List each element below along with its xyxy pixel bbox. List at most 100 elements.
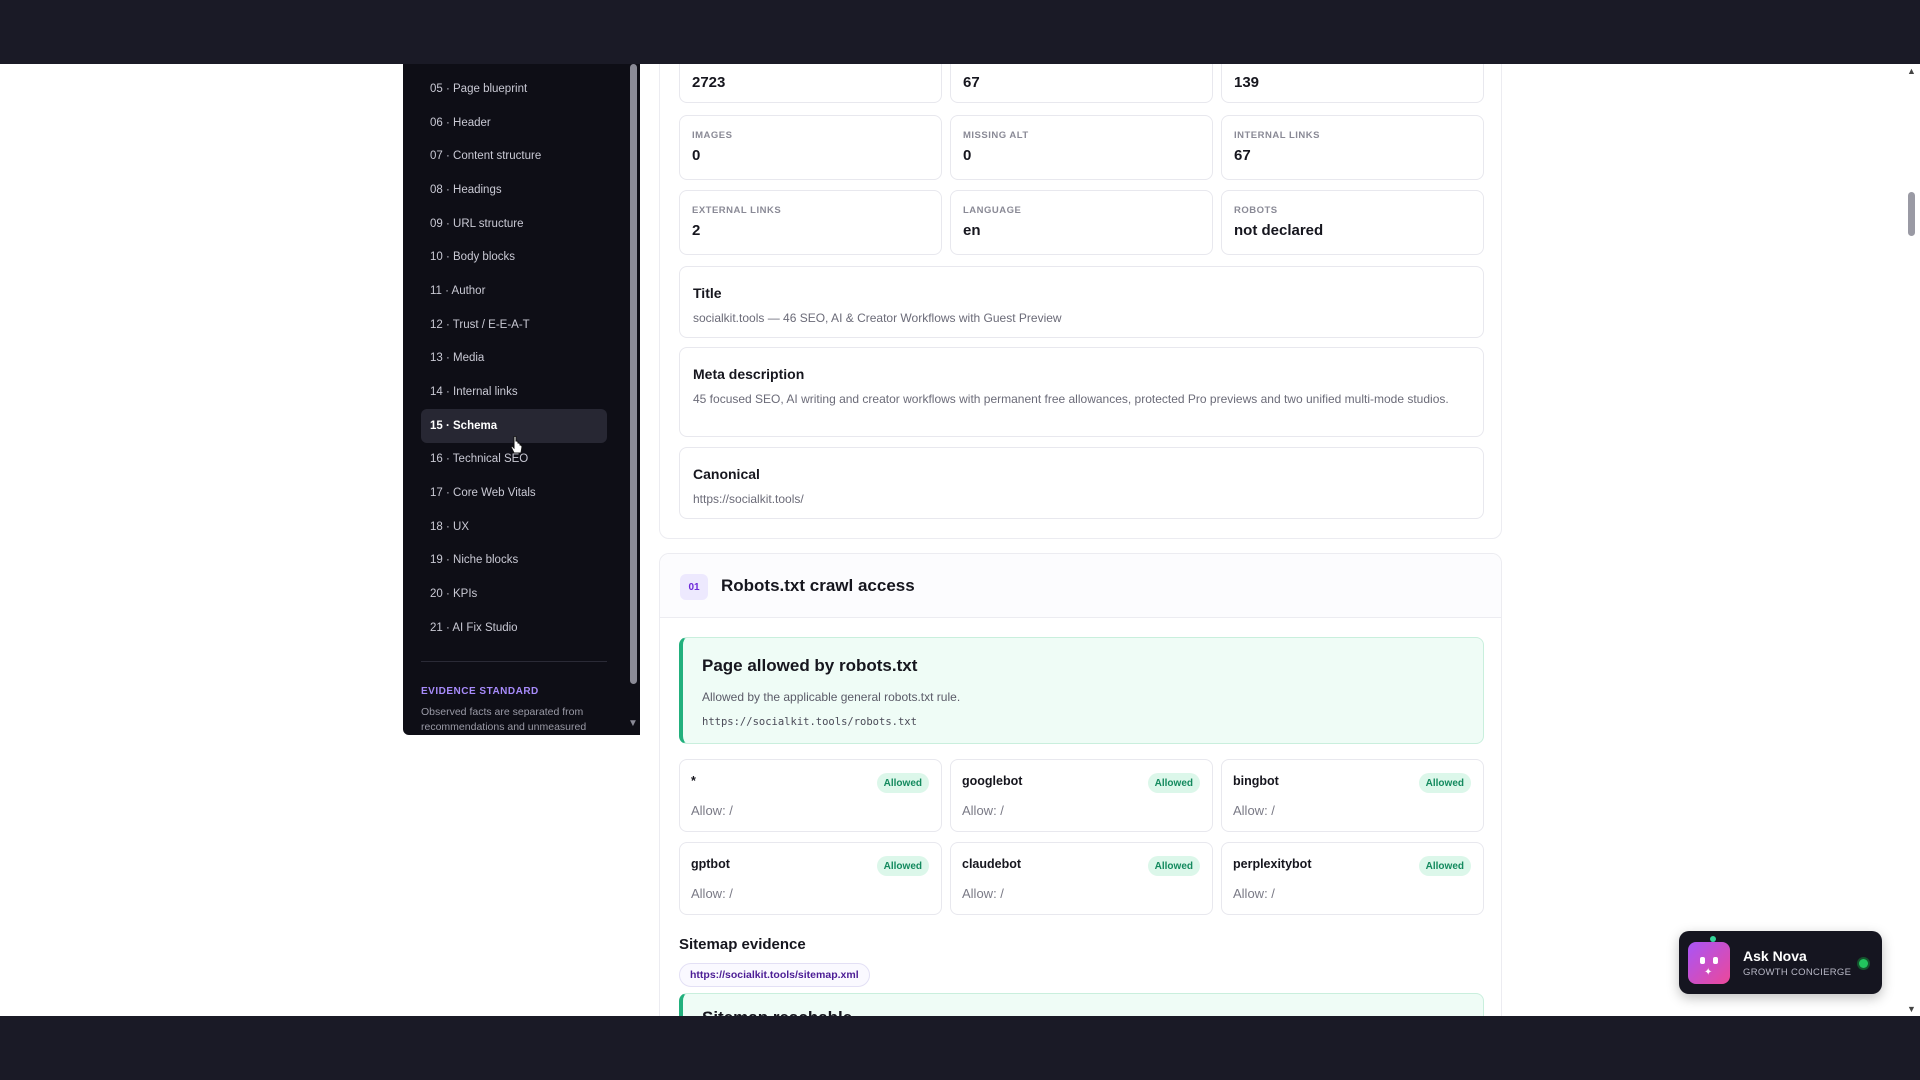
meta-description-text: 45 focused SEO, AI writing and creator w…: [693, 392, 1449, 406]
sidebar-item-ux[interactable]: 18 · UX: [421, 510, 607, 544]
scroll-down-icon[interactable]: ▼: [1907, 1004, 1916, 1014]
screen: 05 · Page blueprint 06 · Header 07 · Con…: [0, 0, 1920, 1080]
sidebar-divider: [421, 661, 607, 662]
title-card-heading: Title: [693, 285, 722, 301]
metric-value: en: [963, 222, 981, 239]
bot-card: claudebot Allowed Allow: /: [950, 842, 1213, 915]
sidebar-item-url-structure[interactable]: 09 · URL structure: [421, 207, 607, 241]
section-number-badge: 01: [680, 574, 708, 600]
sitemap-evidence-title: Sitemap evidence: [679, 936, 806, 953]
nova-role: GROWTH CONCIERGE: [1743, 967, 1852, 978]
metric-value: 67: [963, 74, 980, 91]
metric-label: MISSING ALT: [963, 130, 1029, 141]
metric-card-language: LANGUAGE en: [950, 190, 1213, 255]
nova-name: Ask Nova: [1743, 948, 1807, 964]
metric-card-missing-alt: MISSING ALT 0: [950, 115, 1213, 180]
sidebar-scrollbar[interactable]: ▼: [626, 64, 640, 735]
sidebar-item-page-blueprint[interactable]: 05 · Page blueprint: [421, 72, 607, 106]
scroll-up-icon[interactable]: ▲: [1907, 66, 1916, 76]
bot-rule: Allow: /: [1233, 803, 1275, 818]
bot-rule: Allow: /: [1233, 886, 1275, 901]
bot-rule: Allow: /: [962, 803, 1004, 818]
status-badge: Allowed: [1147, 773, 1200, 793]
page-scrollbar-thumb[interactable]: [1908, 192, 1915, 236]
status-badge: Allowed: [1147, 856, 1200, 876]
evidence-standard-text: Observed facts are separated from recomm…: [421, 706, 587, 733]
metric-card-top-1: 2723: [679, 64, 942, 103]
nova-antenna-icon: [1710, 936, 1716, 942]
bot-card: gptbot Allowed Allow: /: [679, 842, 942, 915]
online-status-icon: [1859, 959, 1868, 968]
bot-card: perplexitybot Allowed Allow: /: [1221, 842, 1484, 915]
bot-name: perplexitybot: [1233, 857, 1312, 871]
metric-label: EXTERNAL LINKS: [692, 205, 782, 216]
metric-value: not declared: [1234, 222, 1324, 239]
sidebar-item-core-web-vitals[interactable]: 17 · Core Web Vitals: [421, 476, 607, 510]
sidebar-item-content-structure[interactable]: 07 · Content structure: [421, 139, 607, 173]
ask-nova-widget[interactable]: ✦ Ask Nova GROWTH CONCIERGE: [1679, 931, 1882, 994]
evidence-standard-title: EVIDENCE STANDARD: [421, 686, 539, 697]
sidebar-item-headings[interactable]: 08 · Headings: [421, 173, 607, 207]
title-card: Title socialkit.tools — 46 SEO, AI & Cre…: [679, 266, 1484, 338]
metric-card-images: IMAGES 0: [679, 115, 942, 180]
metric-value: 0: [963, 147, 972, 164]
sidebar-nav: 05 · Page blueprint 06 · Header 07 · Con…: [421, 72, 607, 645]
status-badge: Allowed: [1418, 773, 1471, 793]
status-badge: Allowed: [876, 773, 929, 793]
bot-rule: Allow: /: [691, 886, 733, 901]
metric-value: 2723: [692, 74, 726, 91]
robots-url[interactable]: https://socialkit.tools/robots.txt: [702, 716, 917, 728]
status-badge: Allowed: [1418, 856, 1471, 876]
bot-card: googlebot Allowed Allow: /: [950, 759, 1213, 832]
robots-section-title: Robots.txt crawl access: [721, 576, 915, 595]
top-black-bar: [0, 0, 1920, 64]
sitemap-link[interactable]: https://socialkit.tools/sitemap.xml: [679, 963, 870, 987]
sidebar-item-trust[interactable]: 12 · Trust / E-E-A-T: [421, 308, 607, 342]
sidebar-scroll-down-icon[interactable]: ▼: [628, 718, 638, 729]
sidebar-item-kpis[interactable]: 20 · KPIs: [421, 577, 607, 611]
sitemap-status-box: Sitemap reachable: [679, 993, 1484, 1016]
canonical-text: https://socialkit.tools/: [693, 492, 804, 506]
bot-name: googlebot: [962, 774, 1023, 788]
meta-description-heading: Meta description: [693, 366, 805, 382]
robots-status-title: Page allowed by robots.txt: [702, 656, 918, 675]
metric-value: 67: [1234, 147, 1251, 164]
metric-label: ROBOTS: [1234, 205, 1278, 216]
sidebar-item-header[interactable]: 06 · Header: [421, 106, 607, 140]
sidebar-item-ai-fix-studio[interactable]: 21 · AI Fix Studio: [421, 611, 607, 645]
meta-description-card: Meta description 45 focused SEO, AI writ…: [679, 347, 1484, 437]
metric-card-top-2: 67: [950, 64, 1213, 103]
bot-name: *: [691, 774, 696, 788]
metric-label: LANGUAGE: [963, 205, 1022, 216]
bot-rule: Allow: /: [691, 803, 733, 818]
metric-card-external-links: EXTERNAL LINKS 2: [679, 190, 942, 255]
title-card-text: socialkit.tools — 46 SEO, AI & Creator W…: [693, 311, 1062, 325]
canonical-heading: Canonical: [693, 466, 760, 482]
metric-label: IMAGES: [692, 130, 733, 141]
mouse-cursor-icon: [510, 436, 523, 454]
sidebar-item-body-blocks[interactable]: 10 · Body blocks: [421, 240, 607, 274]
status-badge: Allowed: [876, 856, 929, 876]
metric-value: 0: [692, 147, 701, 164]
metric-card-top-3: 139: [1221, 64, 1484, 103]
canonical-card: Canonical https://socialkit.tools/: [679, 447, 1484, 519]
bot-name: claudebot: [962, 857, 1022, 871]
bottom-black-bar: [0, 1016, 1920, 1080]
sidebar-item-niche-blocks[interactable]: 19 · Niche blocks: [421, 544, 607, 578]
metric-value: 139: [1234, 74, 1260, 91]
metric-value: 2: [692, 222, 701, 239]
sidebar-scrollbar-thumb[interactable]: [630, 64, 637, 684]
robots-status-text: Allowed by the applicable general robots…: [702, 690, 961, 704]
sidebar-item-author[interactable]: 11 · Author: [421, 274, 607, 308]
sitemap-status-title: Sitemap reachable: [702, 1008, 852, 1016]
metric-label: INTERNAL LINKS: [1234, 130, 1320, 141]
sidebar-item-internal-links[interactable]: 14 · Internal links: [421, 375, 607, 409]
robots-status-box: Page allowed by robots.txt Allowed by th…: [679, 637, 1484, 744]
bot-rule: Allow: /: [962, 886, 1004, 901]
bot-card: bingbot Allowed Allow: /: [1221, 759, 1484, 832]
page-scrollbar[interactable]: ▲ ▼: [1903, 64, 1920, 1016]
nova-robot-icon: ✦: [1688, 942, 1730, 984]
bot-name: bingbot: [1233, 774, 1279, 788]
bot-name: gptbot: [691, 857, 730, 871]
sidebar-item-media[interactable]: 13 · Media: [421, 342, 607, 376]
